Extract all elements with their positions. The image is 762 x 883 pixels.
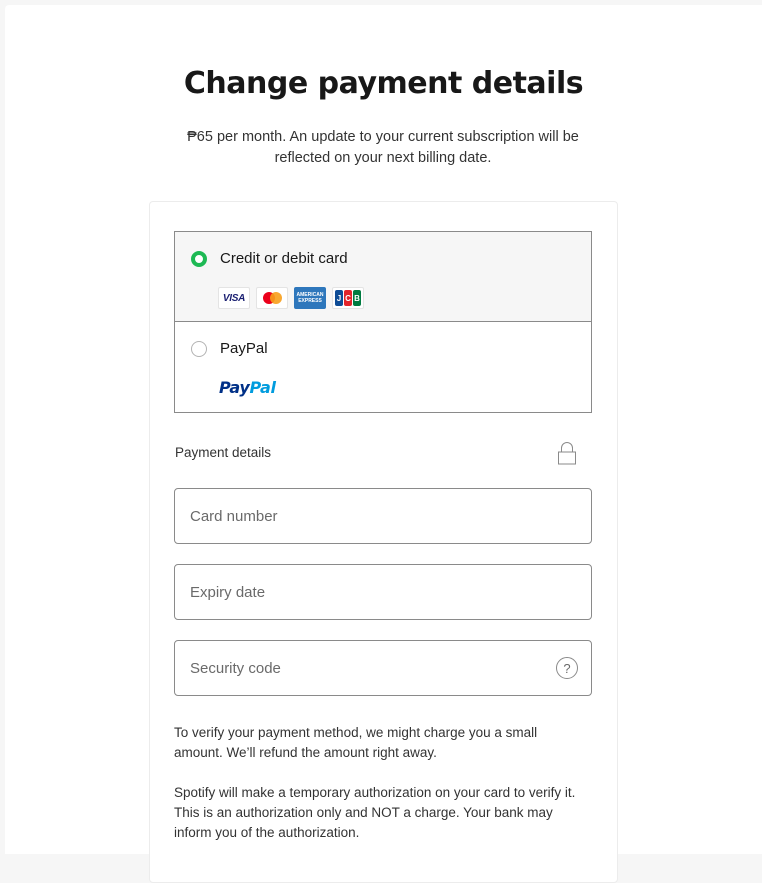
page-title: Change payment details bbox=[183, 66, 584, 101]
security-code-input[interactable] bbox=[175, 641, 591, 695]
verification-charge-notice: To verify your payment method, we might … bbox=[174, 725, 538, 760]
paypal-logo-icon: PayPal bbox=[219, 378, 276, 397]
amex-logo-icon: AMERICAN EXPRESS bbox=[294, 287, 326, 309]
jcb-logo-icon: J C B bbox=[332, 287, 364, 309]
authorization-notice: Spotify will make a temporary authorizat… bbox=[174, 785, 576, 840]
payment-method-paypal[interactable]: PayPal PayPal bbox=[175, 322, 591, 412]
expiry-date-input[interactable] bbox=[175, 565, 591, 619]
expiry-date-field[interactable] bbox=[174, 564, 592, 620]
radio-card-selected[interactable] bbox=[191, 251, 207, 267]
radio-paypal-unselected[interactable] bbox=[191, 341, 207, 357]
lock-icon bbox=[558, 442, 576, 465]
payment-method-paypal-label: PayPal bbox=[220, 340, 268, 357]
subscription-summary: ₱65 per month. An update to your current… bbox=[187, 129, 579, 166]
card-number-input[interactable] bbox=[175, 489, 591, 543]
card-brand-logos: VISA AMERICAN EXPRESS J C B bbox=[218, 287, 364, 309]
payment-method-card-label: Credit or debit card bbox=[220, 250, 348, 267]
payment-method-card[interactable]: Credit or debit card VISA AMERICAN EXPRE… bbox=[175, 232, 591, 322]
card-number-field[interactable] bbox=[174, 488, 592, 544]
payment-details-label: Payment details bbox=[175, 445, 272, 460]
payment-method-group: Credit or debit card VISA AMERICAN EXPRE… bbox=[174, 231, 592, 413]
security-code-field[interactable]: ? bbox=[174, 640, 592, 696]
mastercard-logo-icon bbox=[256, 287, 288, 309]
visa-logo-icon: VISA bbox=[218, 287, 250, 309]
help-icon[interactable]: ? bbox=[556, 657, 578, 679]
